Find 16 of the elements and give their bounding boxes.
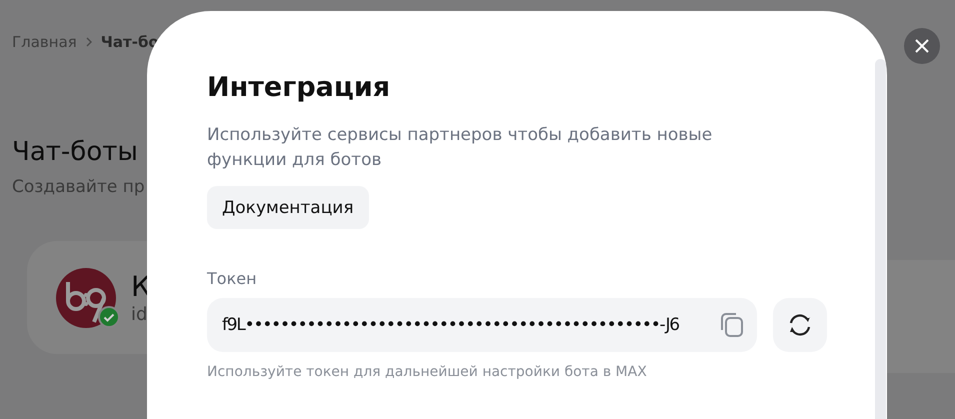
close-icon (914, 38, 930, 54)
token-label: Токен (207, 269, 258, 288)
documentation-button[interactable]: Документация (207, 186, 369, 229)
refresh-button[interactable] (773, 298, 827, 352)
copy-icon[interactable] (719, 311, 745, 339)
token-hint: Используйте токен для дальнейшей настройки бота в MAX (207, 364, 648, 380)
close-button[interactable] (904, 28, 940, 64)
token-field[interactable]: f9L•••••••••••••••••••••••••••••••••••••••••••••••-J6 (207, 298, 757, 352)
scrollbar[interactable] (875, 59, 886, 419)
page-title: Чат-боты (12, 137, 139, 167)
dialog-description: Используйте сервисы партнеров чтобы добавить новые функции для ботов (207, 124, 714, 172)
chevron-right-icon (84, 36, 93, 48)
logo-icon (56, 268, 116, 328)
bot-id: id (131, 304, 148, 325)
page-subtitle: Создавайте пр (12, 177, 146, 197)
dialog-title: Интеграция (207, 71, 392, 105)
